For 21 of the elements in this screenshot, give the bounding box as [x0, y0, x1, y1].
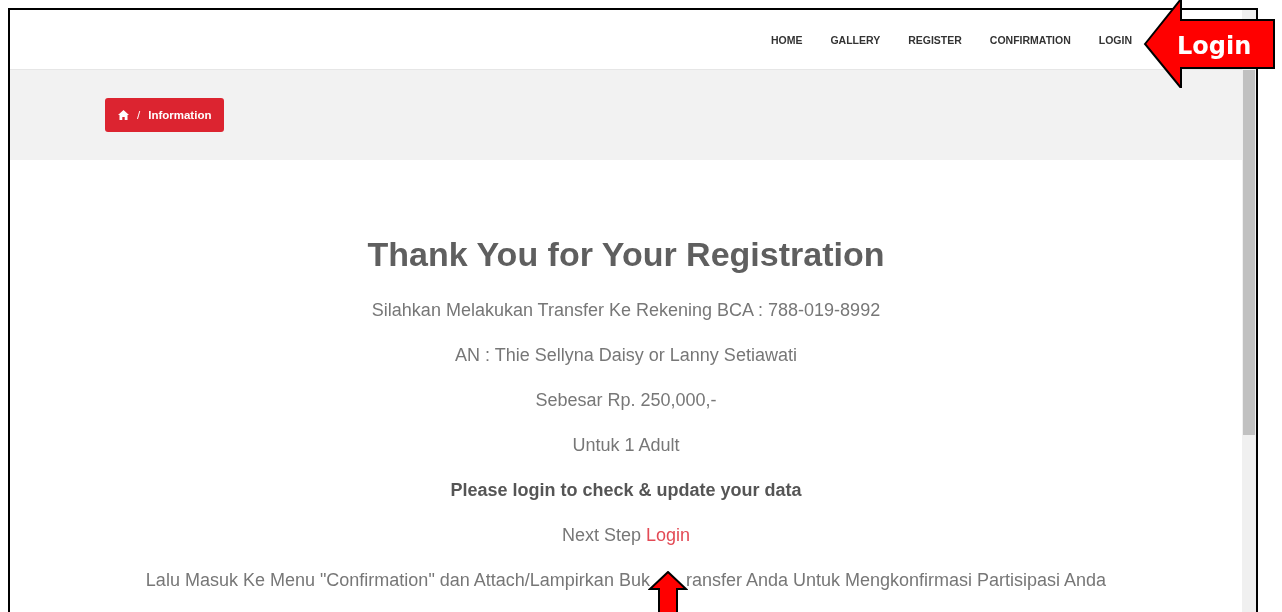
scrollbar-thumb[interactable]	[1243, 70, 1255, 435]
instruction-text: ransfer Anda Untuk Mengkonfirmasi Partisipasi Anda	[685, 570, 1107, 591]
nav-link[interactable]: REGISTER	[908, 33, 962, 46]
breadcrumb-label: Information	[148, 109, 212, 121]
callout-label: Login	[1177, 32, 1252, 60]
nav-link[interactable]: LOGIN	[1098, 33, 1132, 46]
nav-link[interactable]: GALLERY	[830, 33, 881, 46]
home-icon	[118, 110, 129, 120]
info-text: Silahkan Melakukan Transfer Ke Rekening BCA : 788-019-8992	[371, 299, 881, 322]
info-text: AN : Thie Sellyna Daisy or Lanny Setiawati	[455, 344, 797, 367]
instruction-text: Lalu Masuk Ke Menu "Confirmation" dan Attach/Lampirkan Buk	[145, 570, 650, 591]
breadcrumb[interactable]: / Information	[105, 98, 225, 132]
breadcrumb-separator: /	[137, 109, 141, 121]
login-link[interactable]: Login	[646, 525, 691, 546]
nav-link[interactable]: CONFIRMATION	[989, 33, 1071, 46]
next-step-text: Next Step	[561, 525, 641, 546]
info-text: Untuk 1 Adult	[572, 434, 680, 457]
info-text: Sebesar Rp. 250,000,-	[535, 389, 717, 412]
page-title: Thank You for Your Registration	[367, 234, 885, 275]
nav-link[interactable]: HOME	[770, 33, 803, 46]
login-notice: Please login to check & update your data	[450, 479, 802, 502]
